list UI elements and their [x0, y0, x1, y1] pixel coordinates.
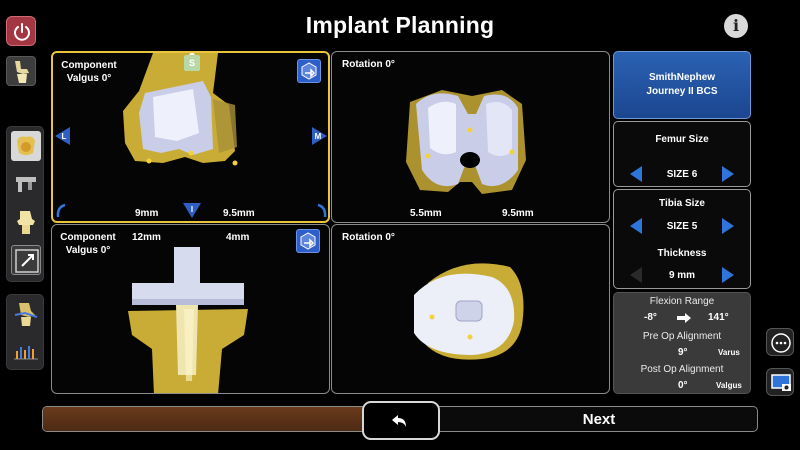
- tibia-size-card: Tibia Size SIZE 5 Thickness 9 mm: [613, 189, 751, 289]
- femur-axial-resection-right: 9.5mm: [502, 208, 534, 219]
- flexion-min: -8°: [644, 312, 657, 323]
- progress-fill: [43, 407, 372, 431]
- more-icon: [771, 333, 791, 353]
- femur-coronal-label: Component Valgus 0°: [61, 60, 117, 84]
- tibia-implant-tool[interactable]: [11, 207, 41, 237]
- femur-implant-icon: [17, 136, 35, 155]
- tibia-size-label: Tibia Size: [659, 198, 705, 209]
- next-button[interactable]: Next: [440, 406, 758, 432]
- tibia-resection-right: 4mm: [226, 232, 250, 243]
- power-icon: [14, 23, 30, 41]
- pre-op-value: 9°: [678, 347, 688, 358]
- rotate-left-icon[interactable]: [55, 203, 69, 219]
- post-op-label: Post Op Alignment: [640, 364, 724, 375]
- resize-icon: [15, 249, 39, 273]
- resize-tool[interactable]: [11, 245, 41, 275]
- alignment-summary: Flexion Range -8° 141° Pre Op Alignment …: [613, 292, 751, 394]
- flexion-max: 141°: [708, 312, 729, 323]
- rotate-cube-icon: [300, 232, 316, 250]
- svg-text:I: I: [191, 205, 193, 214]
- caliper-icon: [16, 177, 36, 192]
- femur-size-label: Femur Size: [655, 134, 709, 145]
- page-title: Implant Planning: [305, 12, 495, 38]
- tibia-axial-label: Rotation 0°: [342, 232, 395, 243]
- femur-coronal-view[interactable]: Component Valgus 0° S L M I 9mm 9.5mm: [51, 51, 330, 223]
- caliper-tool[interactable]: [11, 169, 41, 199]
- femur-resection-right: 9.5mm: [223, 208, 255, 219]
- femur-axial-model: [406, 90, 526, 194]
- femur-implant-tool[interactable]: [11, 131, 41, 161]
- post-op-unit: Valgus: [716, 381, 742, 390]
- thickness-label: Thickness: [657, 248, 707, 259]
- undo-arrow-icon: [392, 414, 406, 427]
- screenshot-icon: [771, 374, 791, 391]
- flexion-range-label: Flexion Range: [649, 296, 715, 307]
- implant-brand-card[interactable]: SmithNephew Journey II BCS: [613, 51, 751, 119]
- ligament-balance-tool[interactable]: [11, 299, 41, 329]
- medial-marker[interactable]: M: [312, 127, 328, 145]
- femur-resection-left: 9mm: [135, 208, 159, 219]
- tibia-axial-model: [414, 263, 524, 360]
- rotate-view-button[interactable]: [297, 59, 321, 83]
- gap-chart-icon: [14, 346, 38, 360]
- rotate-view-button[interactable]: [296, 229, 320, 253]
- ligament-balance-icon: [14, 303, 38, 326]
- tibia-coronal-view[interactable]: Component Valgus 0° 12mm 4mm: [51, 224, 330, 394]
- femur-axial-view[interactable]: Rotation 0° 5.5mm 9.5mm: [331, 51, 610, 223]
- tibia-implant-icon: [17, 211, 35, 234]
- pre-op-label: Pre Op Alignment: [642, 331, 722, 342]
- tibia-resection-left: 12mm: [132, 232, 161, 243]
- info-button[interactable]: i: [724, 14, 748, 38]
- femur-size-card: Femur Size SIZE 6: [613, 121, 751, 187]
- pre-op-unit: Varus: [718, 348, 740, 357]
- femur-axial-resection-left: 5.5mm: [410, 208, 442, 219]
- balance-tools: [6, 294, 44, 370]
- tibia-size-increase-button[interactable]: [722, 218, 734, 234]
- femur-size-increase-button[interactable]: [722, 166, 734, 182]
- svg-text:M: M: [315, 132, 322, 141]
- brand-name: SmithNephew: [648, 72, 716, 83]
- rotate-cube-icon: [301, 62, 317, 80]
- superior-marker[interactable]: S: [184, 55, 200, 71]
- arrow-right-icon: [677, 313, 691, 323]
- tibia-axial-view[interactable]: Rotation 0°: [331, 224, 610, 394]
- gap-chart-tool[interactable]: [11, 335, 41, 365]
- knee-icon: [15, 61, 29, 83]
- knee-view-button[interactable]: [6, 56, 36, 86]
- rotate-right-icon[interactable]: [314, 203, 328, 219]
- power-button[interactable]: [6, 16, 36, 46]
- lateral-marker[interactable]: L: [55, 127, 71, 145]
- tibia-coronal-label: Component Valgus 0°: [60, 232, 116, 256]
- femur-axial-label: Rotation 0°: [342, 59, 395, 70]
- inferior-marker[interactable]: I: [183, 203, 201, 219]
- implant-system: Journey II BCS: [646, 86, 718, 97]
- planning-tools: [6, 126, 44, 282]
- back-button[interactable]: [362, 401, 440, 440]
- screenshot-button[interactable]: [766, 368, 794, 396]
- thickness-increase-button[interactable]: [722, 267, 734, 283]
- svg-text:L: L: [62, 132, 67, 141]
- more-options-button[interactable]: [766, 328, 794, 356]
- post-op-value: 0°: [678, 380, 688, 391]
